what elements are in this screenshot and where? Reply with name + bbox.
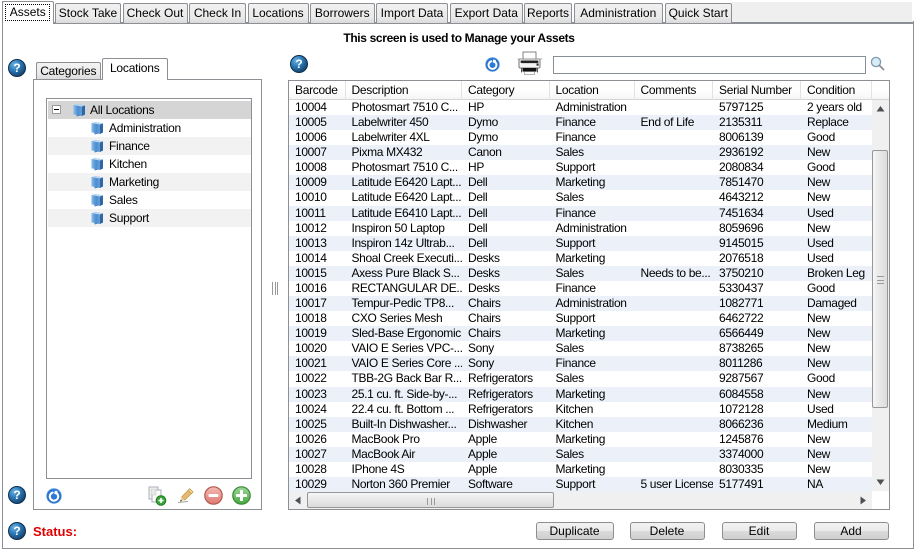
svg-text:?: ?: [295, 57, 302, 71]
svg-text:?: ?: [13, 524, 20, 538]
svg-text:?: ?: [13, 488, 20, 502]
svg-text:?: ?: [13, 61, 20, 75]
